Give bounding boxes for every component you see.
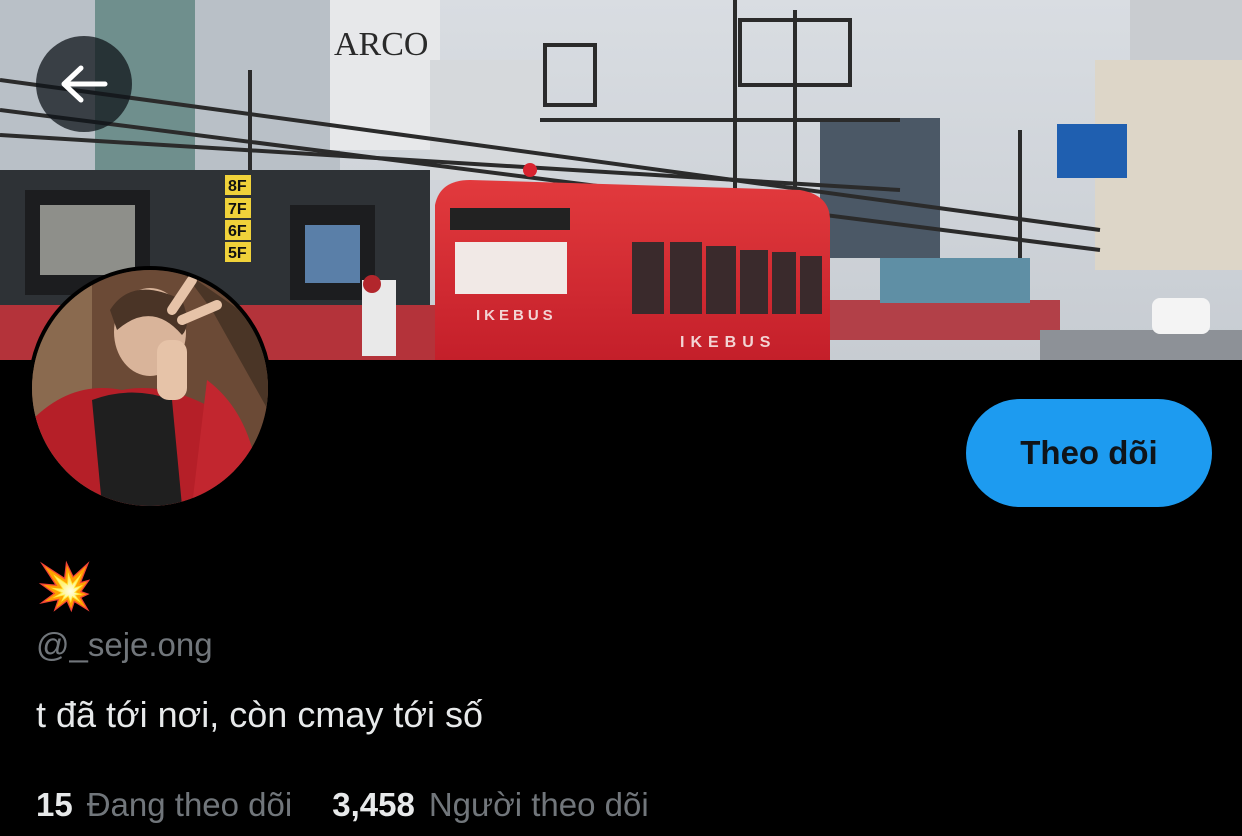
follow-button[interactable]: Theo dõi: [966, 399, 1212, 507]
followers-label: Người theo dõi: [428, 786, 649, 823]
arrow-left-icon: [61, 65, 108, 103]
followers-count: 3,458: [332, 786, 415, 823]
avatar-photo: [32, 270, 268, 506]
bio: t đã tới nơi, còn cmay tới số: [36, 694, 483, 735]
floor-label-5f: 5F: [228, 245, 247, 262]
floor-label-6f: 6F: [228, 223, 247, 240]
user-handle: @_seje.ong: [36, 626, 213, 663]
floor-label-8f: 8F: [228, 178, 247, 195]
following-count: 15: [36, 786, 73, 823]
follow-stats: 15 Đang theo dõi 3,458 Người theo dõi: [36, 786, 689, 824]
avatar[interactable]: [28, 266, 272, 510]
followers-link[interactable]: 3,458 Người theo dõi: [332, 786, 648, 824]
arco-sign: ARCO: [334, 26, 428, 63]
following-link[interactable]: 15 Đang theo dõi: [36, 786, 292, 824]
following-label: Đang theo dõi: [86, 786, 293, 823]
floor-label-7f: 7F: [228, 201, 247, 218]
bus-name-side: IKEBUS: [680, 334, 776, 351]
display-name: 💥: [36, 560, 94, 612]
bus-name-front: IKEBUS: [476, 307, 557, 324]
back-button[interactable]: [36, 36, 132, 132]
